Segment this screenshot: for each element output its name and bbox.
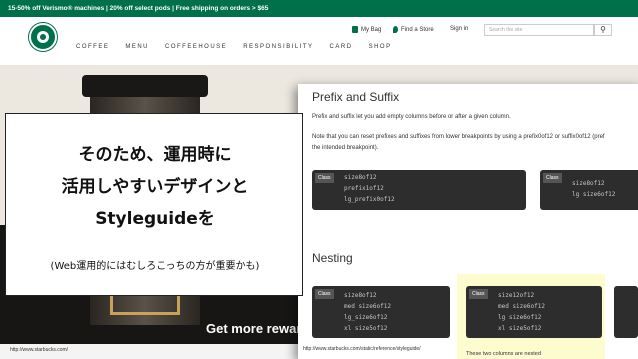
class-tag: Class	[315, 289, 334, 299]
code-line: med size6of12	[344, 303, 391, 310]
code-line: size8of12	[344, 174, 377, 181]
main-nav: COFFEE MENU COFFEEHOUSE RESPONSIBILITY C…	[76, 44, 392, 50]
nesting-heading: Nesting	[312, 251, 353, 265]
nav-responsibility[interactable]: RESPONSIBILITY	[243, 44, 313, 50]
code-line: size8of12	[572, 180, 605, 187]
code-line: lg size6of12	[572, 191, 616, 198]
site-header: My Bag Find a Store Sign in Search the s…	[0, 17, 638, 65]
bag-icon	[352, 26, 358, 33]
code-block-2: Class size8of12 lg size6of12	[540, 170, 638, 210]
nested-note: These two columns are nested	[466, 351, 541, 357]
find-store-link[interactable]: Find a Store	[393, 26, 434, 33]
starbucks-logo-icon[interactable]	[29, 23, 57, 51]
slide: 15-50% off Verismo® machines | 20% off s…	[0, 0, 638, 359]
my-bag-link[interactable]: My Bag	[352, 26, 381, 33]
background-url: http://www.starbucks.com/	[10, 347, 69, 353]
code-line: lg_prefix0of12	[344, 196, 395, 203]
search-input[interactable]: Search the site	[484, 24, 594, 36]
nav-coffee[interactable]: COFFEE	[76, 44, 109, 50]
doc-para-1: Prefix and suffix let you add empty colu…	[312, 114, 511, 120]
nav-coffeehouse[interactable]: COFFEEHOUSE	[165, 44, 227, 50]
code-line: prefix1of12	[344, 185, 384, 192]
callout-line-2: 活用しやすいデザインと	[61, 177, 249, 197]
class-tag: Class	[469, 289, 488, 299]
code-line: xl size5of12	[344, 325, 388, 332]
code-block-1: Class size8of12 prefix1of12 lg_prefix0of…	[312, 170, 526, 210]
code-line: size8of12	[344, 292, 377, 299]
code-line: xl size5of12	[498, 325, 542, 332]
callout-line-3: Styleguideを	[95, 209, 215, 229]
sign-in-label: Sign in	[450, 26, 469, 32]
prefix-suffix-heading: Prefix and Suffix	[312, 90, 400, 104]
nav-shop[interactable]: SHOP	[369, 44, 392, 50]
code-line: lg size6of12	[498, 314, 542, 321]
code-block-4: Class size12of12 med size6of12 lg size6o…	[466, 286, 602, 338]
nav-menu[interactable]: MENU	[125, 44, 149, 50]
search-icon[interactable]: ⚲	[594, 24, 612, 36]
callout-line-1: そのため、運用時に	[78, 145, 232, 165]
nav-card[interactable]: CARD	[330, 44, 353, 50]
promo-banner[interactable]: 15-50% off Verismo® machines | 20% off s…	[0, 0, 638, 17]
location-pin-icon	[393, 26, 398, 33]
code-line: med size6of12	[498, 303, 545, 310]
doc-para-2: Note that you can reset prefixes and suf…	[312, 134, 605, 140]
code-line: lg_size6of12	[344, 314, 388, 321]
callout-subtext: (Web運用的にはむしろこっちの方が重要かも)	[50, 261, 260, 272]
styleguide-url: http://www.starbucks.com/static/referenc…	[303, 346, 421, 352]
find-store-label: Find a Store	[401, 26, 434, 33]
code-block-5	[614, 286, 638, 338]
slide-callout: そのため、運用時に 活用しやすいデザインと Styleguideを (Web運用…	[5, 113, 303, 296]
my-bag-label: My Bag	[361, 26, 382, 33]
class-tag: Class	[315, 173, 334, 183]
reward-banner-text[interactable]: Get more reward	[206, 321, 309, 336]
sign-in-link[interactable]: Sign in	[450, 26, 468, 32]
doc-para-3: the intended breakpoint).	[312, 145, 379, 151]
class-tag: Class	[543, 173, 562, 183]
code-line: size12of12	[498, 292, 535, 299]
code-block-3: Class size8of12 med size6of12 lg_size6of…	[312, 286, 450, 338]
